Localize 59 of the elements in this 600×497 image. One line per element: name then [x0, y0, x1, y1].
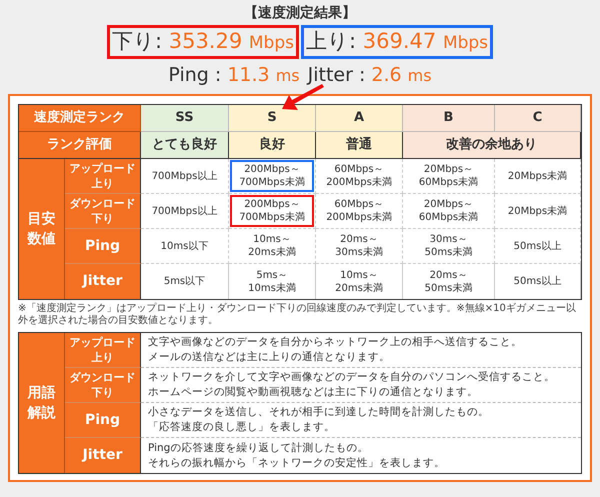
term-description: Pingの応答速度を繰り返して計測したもの。: [148, 440, 368, 456]
latency-result: Jitter : 2.6 ms: [308, 63, 432, 88]
latency-result: Ping : 11.3 ms: [168, 63, 300, 88]
rank-header: S: [229, 105, 316, 132]
term-description: 文字や画像などのデータを自分からネットワーク上の相手へ送信すること。: [148, 335, 522, 350]
group-label: 目安数値: [19, 159, 65, 299]
rating-label: ランク評価: [19, 132, 141, 159]
term-description: 「応答速度の良し悪し」を表します。: [148, 420, 335, 435]
header-label: 速度測定ランク: [19, 105, 141, 132]
term-label: 下り: [92, 385, 114, 400]
row-label: Jitter: [82, 272, 122, 291]
table-cell-text: 5ms～ 10ms未満: [247, 268, 297, 296]
table-cell-text: 10ms以下: [160, 240, 210, 254]
term-label: ダウンロード: [70, 370, 136, 385]
table-cell-text: 20Mbps～ 60Mbps未満: [418, 198, 480, 225]
table-cell-text: 20ms～ 30ms未満: [334, 233, 384, 260]
term-description: ホームページの閲覧や動画視聴などは主に下りの通信となります。: [148, 385, 478, 400]
term-label: Ping: [84, 410, 120, 430]
term-description: 小さなデータを送信し、それが相手に到達した時間を計測したもの。: [148, 405, 489, 420]
table-cell-text: 50ms以上: [512, 274, 562, 289]
rating-cell: 良好: [229, 132, 316, 159]
term-description: ネットワークを介して文字や画像などのデータを自分のパソコンへ受信すること。: [148, 370, 555, 385]
table-cell-text: 50ms以上: [512, 240, 562, 254]
result-title: 【速度測定結果】: [244, 4, 356, 22]
term-label: アップロード: [70, 335, 136, 350]
table-cell-text: 20Mbps未満: [506, 170, 568, 184]
rank-header: C: [495, 105, 581, 132]
table-cell-text: 700Mbps以上: [150, 170, 218, 184]
group-label: 用語解説: [19, 333, 65, 473]
table-cell: 200Mbps～ 700Mbps未満: [230, 160, 314, 192]
row-label: Ping: [84, 236, 120, 256]
table-cell-text: 60Mbps～ 200Mbps未満: [325, 163, 393, 190]
row-label: 上り: [92, 176, 114, 191]
table-cell-text: 700Mbps以上: [150, 204, 218, 218]
rank-header: SS: [141, 105, 229, 132]
rank-header: B: [403, 105, 495, 132]
rating-cell: とても良好: [141, 132, 229, 159]
table-cell-text: 60Mbps～ 200Mbps未満: [325, 198, 393, 225]
footnote: ※「速度測定ランク」はアップロード上り・ダウンロード下りの回線速度のみで判定しています。※無線×10ギガメニュー以外を選択された場合の目安数値となります。: [18, 303, 577, 327]
table-cell-text: 20Mbps～ 60Mbps未満: [418, 163, 480, 190]
term-description: それらの振れ幅から「ネットワークの安定性」を表します。: [148, 456, 445, 470]
table-cell-text: 20Mbps未満: [506, 204, 568, 218]
row-label: アップロード: [70, 161, 136, 176]
term-label: Jitter: [82, 446, 122, 465]
table-cell-text: 10ms～ 20ms未満: [334, 268, 384, 296]
table-cell: 200Mbps～ 700Mbps未満: [230, 195, 314, 227]
table-cell-text: 5ms以下: [162, 274, 206, 289]
row-label: ダウンロード: [70, 196, 136, 211]
rating-cell: 普通: [316, 132, 403, 159]
row-label: 下り: [92, 211, 114, 226]
speed-result: 上り: 369.47 Mbps: [301, 25, 494, 59]
table-cell-text: 20ms～ 50ms未満: [424, 268, 474, 296]
rank-header: A: [316, 105, 403, 132]
speed-result: 下り: 353.29 Mbps: [106, 25, 299, 59]
term-description: メールの送信などは主に上りの通信となります。: [148, 350, 390, 365]
rating-cell: 改善の余地あり: [403, 132, 581, 159]
table-cell-text: 30ms～ 50ms未満: [424, 233, 474, 260]
table-cell-text: 10ms～ 20ms未満: [247, 233, 297, 260]
term-label: 上り: [92, 350, 114, 365]
